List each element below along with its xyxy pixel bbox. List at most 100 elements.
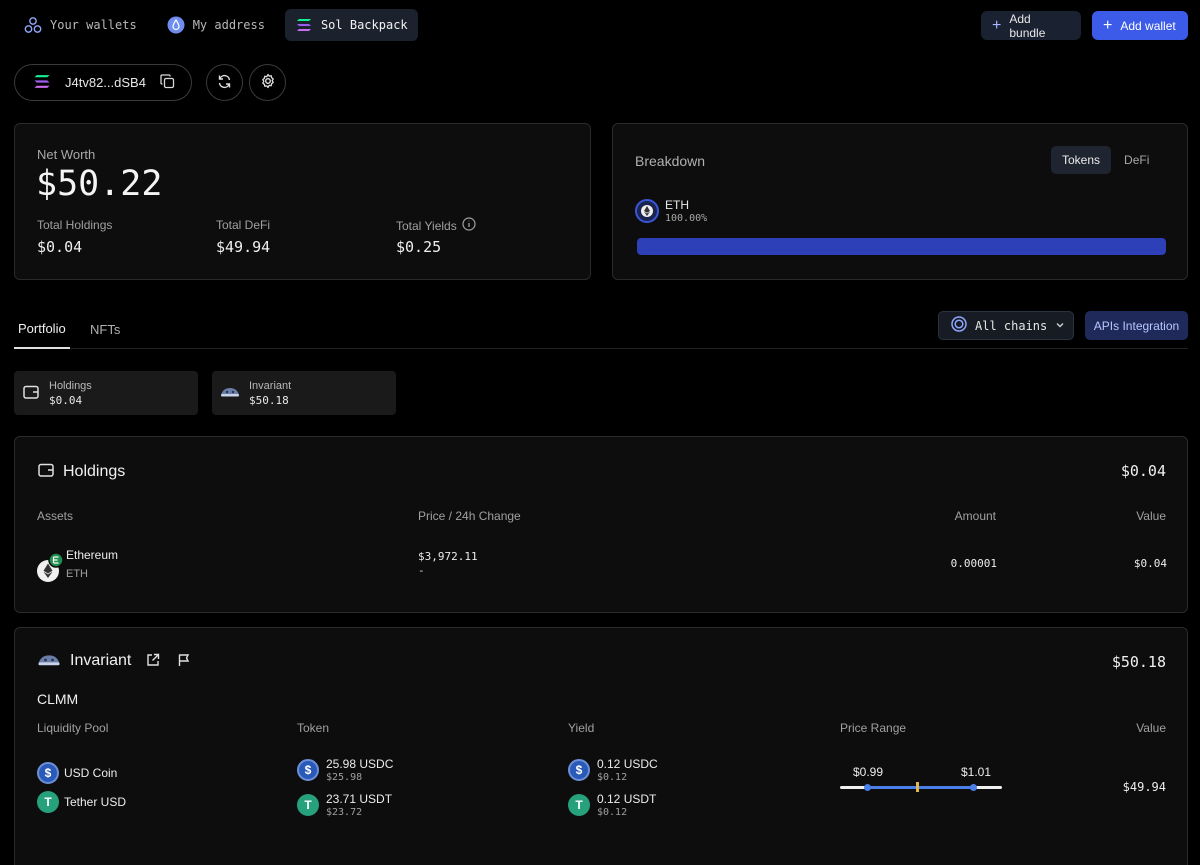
plus-icon: + [992, 16, 1002, 34]
range-active [867, 786, 973, 789]
table-row[interactable]: Ethereum ETH $3,972.11 - 0.00001 $0.04 [37, 545, 1167, 589]
breakdown-item: ETH 100.00% [635, 198, 707, 224]
tab-label: Sol Backpack [320, 18, 408, 32]
add-wallet-button[interactable]: + Add wallet [1092, 11, 1188, 40]
holdings-header: Holdings [37, 461, 125, 482]
total-yields-label: Total Yields [396, 218, 457, 233]
breakdown-bar-fill [637, 238, 1166, 255]
holdings-mini-card[interactable]: Holdings $0.04 [14, 371, 198, 415]
wallet-icon [22, 383, 40, 404]
ethereum-icon [37, 551, 67, 586]
net-worth-value: $50.22 [36, 164, 163, 204]
chains-dropdown[interactable]: All chains [938, 311, 1074, 340]
chains-label: All chains [975, 318, 1048, 333]
tab-label: My address [192, 18, 265, 32]
invariant-logo-icon [220, 386, 240, 401]
top-nav: Your wallets My address Sol Backpack [14, 9, 418, 41]
wallet-selector[interactable]: J4tv82...dSB4 [14, 64, 192, 101]
flag-icon[interactable] [177, 653, 191, 670]
asset-change: - [418, 564, 425, 577]
tab-portfolio[interactable]: Portfolio [14, 309, 70, 349]
total-defi-value: $49.94 [216, 238, 271, 256]
external-link-icon[interactable] [146, 653, 160, 670]
wallet-icon [37, 461, 55, 482]
settings-button[interactable] [249, 64, 286, 101]
yield-usd: $0.12 [597, 772, 628, 783]
invariant-header: Invariant [37, 652, 191, 670]
yield-usd: $0.12 [597, 807, 628, 818]
usdc-icon: $ [297, 759, 319, 781]
tab-tokens[interactable]: Tokens [1051, 146, 1112, 174]
tab-sol-backpack[interactable]: Sol Backpack [284, 9, 418, 41]
col-value: Value [1136, 721, 1166, 735]
gear-icon [260, 73, 276, 92]
apis-integration-button[interactable]: APIs Integration [1085, 311, 1188, 340]
usdt-icon: T [297, 794, 319, 816]
yield-row: $ 0.12 USDC $0.12 [568, 757, 658, 783]
price-range-bar [840, 782, 1002, 792]
solana-icon [295, 16, 313, 34]
range-high-handle [970, 784, 977, 791]
refresh-button[interactable] [206, 64, 243, 101]
mini-card-name: Invariant [249, 379, 292, 392]
net-worth-label: Net Worth [37, 147, 96, 162]
info-icon[interactable] [462, 217, 476, 234]
tab-label: Your wallets [50, 18, 137, 32]
asset-price: $3,972.11 [418, 550, 478, 563]
holdings-total: $0.04 [1120, 462, 1166, 480]
holdings-card: Holdings $0.04 Assets Price / 24h Change… [14, 436, 1188, 613]
invariant-mini-card[interactable]: Invariant $50.18 [212, 371, 396, 415]
pool-token: T Tether USD [37, 791, 126, 813]
col-amount: Amount [954, 509, 996, 523]
asset-name: Ethereum [66, 548, 119, 562]
asset-symbol: ETH [66, 568, 88, 580]
invariant-title: Invariant [70, 652, 132, 669]
token-amount-row: T 23.71 USDT $23.72 [297, 792, 392, 818]
range-low-handle [864, 784, 871, 791]
usdc-icon: $ [37, 762, 59, 784]
yield-amount: 0.12 USDC [597, 757, 658, 771]
total-holdings-label: Total Holdings [37, 218, 113, 232]
ethereum-icon [635, 199, 659, 223]
tab-my-address[interactable]: My address [157, 9, 275, 41]
usdt-icon: T [37, 791, 59, 813]
position-value: $49.94 [1122, 780, 1166, 794]
address-drop-icon [167, 16, 185, 34]
wallets-icon [24, 16, 42, 34]
chains-icon [951, 316, 967, 335]
current-price-marker [916, 782, 919, 792]
tab-your-wallets[interactable]: Your wallets [14, 9, 147, 41]
col-assets: Assets [37, 509, 74, 523]
mini-card-name: Holdings [49, 379, 92, 392]
col-value: Value [1136, 509, 1166, 523]
invariant-logo-icon [37, 653, 61, 670]
breakdown-symbol: ETH [665, 198, 689, 212]
breakdown-percent: 100.00% [665, 213, 708, 224]
total-holdings-value: $0.04 [37, 238, 83, 256]
add-bundle-button[interactable]: + Add bundle [981, 11, 1081, 40]
yield-amount: 0.12 USDT [597, 792, 657, 806]
breakdown-bar [637, 238, 1166, 255]
token-amount: 25.98 USDC [326, 757, 394, 771]
wallet-address: J4tv82...dSB4 [65, 75, 146, 90]
col-price-range: Price Range [840, 721, 907, 735]
net-worth-card: Net Worth $50.22 Total Holdings $0.04 To… [14, 123, 591, 280]
pool-token: $ USD Coin [37, 762, 117, 784]
token-amount: 23.71 USDT [326, 792, 393, 806]
token-usd: $25.98 [326, 772, 363, 783]
breakdown-segmented: Tokens DeFi [1051, 146, 1160, 174]
copy-icon[interactable] [160, 73, 175, 92]
asset-value: $0.04 [1133, 557, 1167, 570]
breakdown-title: Breakdown [635, 153, 706, 169]
refresh-icon [217, 74, 232, 92]
yield-row: T 0.12 USDT $0.12 [568, 792, 656, 818]
invariant-total: $50.18 [1111, 653, 1166, 671]
token-amount-row: $ 25.98 USDC $25.98 [297, 757, 393, 783]
col-yield: Yield [568, 721, 595, 735]
col-price: Price / 24h Change [418, 509, 521, 523]
solana-icon [33, 74, 51, 92]
tab-nfts[interactable]: NFTs [90, 309, 120, 349]
tab-defi[interactable]: DeFi [1113, 146, 1160, 174]
pool-token-name: Tether USD [64, 795, 127, 809]
usdt-icon: T [568, 794, 590, 816]
